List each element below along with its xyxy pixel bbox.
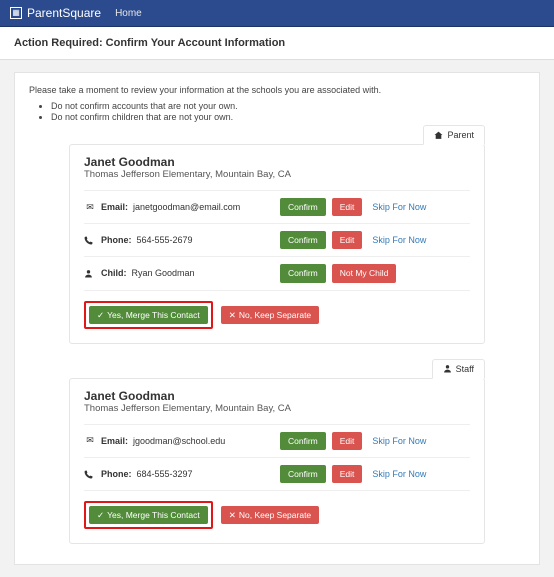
merge-button[interactable]: ✓ Yes, Merge This Contact: [89, 506, 208, 524]
tab-label: Staff: [456, 364, 474, 374]
page-title: Action Required: Confirm Your Account In…: [0, 27, 554, 60]
brand-text: ParentSquare: [27, 6, 101, 20]
edit-button[interactable]: Edit: [332, 465, 363, 483]
skip-link[interactable]: Skip For Now: [372, 202, 426, 212]
edit-button[interactable]: Edit: [332, 231, 363, 249]
check-icon: ✓: [97, 310, 104, 320]
confirm-button[interactable]: Confirm: [280, 231, 326, 249]
home-link[interactable]: Home: [115, 8, 142, 19]
person-icon: [443, 364, 452, 373]
close-icon: ✕: [229, 310, 236, 320]
confirm-button[interactable]: Confirm: [280, 264, 326, 282]
phone-value: 684-555-3297: [137, 469, 193, 479]
contact-card-parent: Parent Janet Goodman Thomas Jefferson El…: [69, 144, 485, 344]
keep-separate-button[interactable]: ✕ No, Keep Separate: [221, 506, 319, 524]
phone-label: Phone:: [101, 235, 132, 245]
phone-icon: [84, 470, 96, 479]
highlight-annotation: ✓ Yes, Merge This Contact: [84, 301, 213, 329]
child-value: Ryan Goodman: [132, 268, 195, 278]
confirm-button[interactable]: Confirm: [280, 198, 326, 216]
not-my-child-button[interactable]: Not My Child: [332, 264, 397, 282]
home-icon: [434, 131, 443, 140]
phone-row: Phone: 684-555-3297 Confirm Edit Skip Fo…: [84, 457, 470, 491]
email-label: Email:: [101, 436, 128, 446]
contact-card-staff: Staff Janet Goodman Thomas Jefferson Ele…: [69, 378, 485, 545]
edit-button[interactable]: Edit: [332, 432, 363, 450]
phone-label: Phone:: [101, 469, 132, 479]
email-icon: ✉: [84, 202, 96, 213]
bullet-list: Do not confirm accounts that are not you…: [51, 101, 525, 122]
confirm-button[interactable]: Confirm: [280, 465, 326, 483]
email-value: janetgoodman@email.com: [133, 202, 240, 212]
skip-link[interactable]: Skip For Now: [372, 235, 426, 245]
bullet-item: Do not confirm accounts that are not you…: [51, 101, 525, 111]
tab-staff[interactable]: Staff: [432, 359, 485, 379]
edit-button[interactable]: Edit: [332, 198, 363, 216]
email-value: jgoodman@school.edu: [133, 436, 225, 446]
keep-separate-button[interactable]: ✕ No, Keep Separate: [221, 306, 319, 324]
merge-row: ✓ Yes, Merge This Contact ✕ No, Keep Sep…: [84, 291, 470, 329]
phone-value: 564-555-2679: [137, 235, 193, 245]
close-icon: ✕: [229, 510, 236, 520]
merge-row: ✓ Yes, Merge This Contact ✕ No, Keep Sep…: [84, 491, 470, 529]
intro-text: Please take a moment to review your info…: [29, 85, 525, 95]
confirm-button[interactable]: Confirm: [280, 432, 326, 450]
school-name: Thomas Jefferson Elementary, Mountain Ba…: [84, 403, 470, 424]
child-label: Child:: [101, 268, 127, 278]
school-name: Thomas Jefferson Elementary, Mountain Ba…: [84, 169, 470, 190]
contact-name: Janet Goodman: [84, 145, 470, 169]
tab-label: Parent: [447, 130, 474, 140]
email-icon: ✉: [84, 435, 96, 446]
merge-button[interactable]: ✓ Yes, Merge This Contact: [89, 306, 208, 324]
phone-row: Phone: 564-555-2679 Confirm Edit Skip Fo…: [84, 223, 470, 256]
phone-icon: [84, 236, 96, 245]
contact-name: Janet Goodman: [84, 379, 470, 403]
skip-link[interactable]: Skip For Now: [372, 436, 426, 446]
main-content: Please take a moment to review your info…: [14, 72, 540, 565]
brand: ▦ ParentSquare: [10, 6, 101, 20]
email-label: Email:: [101, 202, 128, 212]
skip-link[interactable]: Skip For Now: [372, 469, 426, 479]
highlight-annotation: ✓ Yes, Merge This Contact: [84, 501, 213, 529]
tab-parent[interactable]: Parent: [423, 125, 485, 145]
brand-icon: ▦: [10, 7, 22, 19]
child-icon: [84, 269, 96, 278]
child-row: Child: Ryan Goodman Confirm Not My Child: [84, 256, 470, 290]
check-icon: ✓: [97, 510, 104, 520]
top-nav: ▦ ParentSquare Home: [0, 0, 554, 27]
email-row: ✉ Email: jgoodman@school.edu Confirm Edi…: [84, 424, 470, 457]
bullet-item: Do not confirm children that are not you…: [51, 112, 525, 122]
email-row: ✉ Email: janetgoodman@email.com Confirm …: [84, 190, 470, 223]
